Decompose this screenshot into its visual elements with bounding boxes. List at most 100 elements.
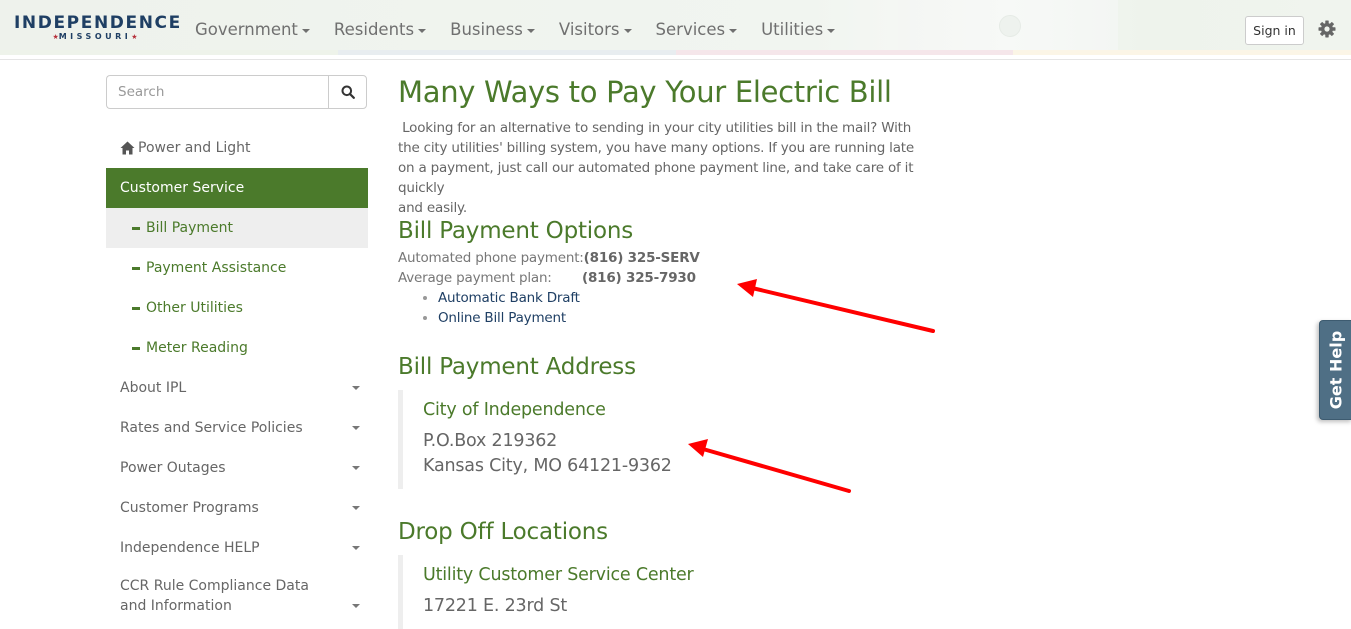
nav-label: Business: [450, 20, 523, 39]
sidebar-item-label: About IPL: [120, 380, 187, 396]
header-color-stripe: [0, 50, 1351, 55]
sidebar-item-rates-and-service-policies[interactable]: Rates and Service Policies: [106, 408, 368, 448]
list-item: Online Bill Payment: [438, 308, 700, 328]
arrow-shaft: [701, 447, 851, 493]
arrow-head-icon: [688, 439, 708, 457]
option-label: Automated phone payment:: [398, 250, 584, 266]
online-bill-payment-link[interactable]: Online Bill Payment: [438, 310, 566, 326]
home-icon: [120, 141, 135, 155]
header-divider: [0, 59, 1351, 60]
nav-services[interactable]: Services: [644, 18, 750, 42]
sidebar-item-meter-reading[interactable]: Meter Reading: [106, 328, 368, 368]
logo-text-primary: INDEPENDENCE: [14, 13, 182, 33]
search-icon: [341, 85, 355, 99]
sidebar-item-ccr-rule-compliance[interactable]: CCR Rule Compliance Data and Information: [106, 568, 368, 620]
dropoff-line: 17221 E. 23rd St: [423, 596, 568, 616]
address-line: Kansas City, MO 64121-9362: [423, 456, 672, 476]
sidebar-item-about-ipl[interactable]: About IPL: [106, 368, 368, 408]
option-phone-value: (816) 325-7930: [582, 270, 696, 286]
logo-text-secondary: ★MISSOURI★: [14, 32, 176, 42]
annotation-arrow: [688, 439, 851, 493]
sidebar-item-independence-help[interactable]: Independence HELP: [106, 528, 368, 568]
get-help-tab[interactable]: Get Help: [1319, 320, 1351, 420]
dropoff-name: Utility Customer Service Center: [423, 565, 694, 585]
caret-down-icon: [418, 28, 427, 33]
sidebar-item-power-and-light[interactable]: Power and Light: [106, 128, 368, 168]
site-header: INDEPENDENCE ★MISSOURI★ Government Resid…: [0, 0, 1351, 50]
intro-line: on a payment, just call our automated ph…: [398, 160, 914, 196]
nav-business[interactable]: Business: [438, 18, 547, 42]
logo-star-right: ★: [131, 33, 138, 41]
sidebar-item-label: Independence HELP: [120, 540, 260, 556]
caret-down-icon: [729, 28, 738, 33]
sidebar-item-power-outages[interactable]: Power Outages: [106, 448, 368, 488]
search-input[interactable]: [106, 75, 328, 109]
caret-down-icon[interactable]: [352, 506, 360, 510]
nav-label: Utilities: [761, 20, 824, 39]
nav-utilities[interactable]: Utilities: [749, 18, 847, 42]
section-heading: Bill Payment Options: [398, 218, 634, 244]
gear-icon[interactable]: [1317, 19, 1337, 39]
sidebar-item-label: Power and Light: [138, 140, 251, 156]
address-blockquote: City of Independence P.O.Box 219362 Kans…: [398, 390, 672, 489]
main-nav: Government Residents Business Visitors S…: [183, 18, 847, 42]
page-title: Many Ways to Pay Your Electric Bill: [398, 75, 892, 109]
intro-line: Looking for an alternative to sending in…: [398, 120, 912, 136]
stripe-segment: [0, 50, 338, 55]
dash-icon: [132, 266, 140, 270]
dash-icon: [132, 226, 140, 230]
caret-down-icon: [827, 28, 836, 33]
automatic-bank-draft-link[interactable]: Automatic Bank Draft: [438, 290, 580, 306]
bill-payment-address-section: Bill Payment Address City of Independenc…: [398, 352, 672, 489]
caret-down-icon[interactable]: [352, 546, 360, 550]
sidebar-item-bill-payment[interactable]: Bill Payment: [106, 208, 368, 248]
dash-icon: [132, 346, 140, 350]
arrow-head-icon: [737, 279, 757, 297]
sign-in-button[interactable]: Sign in: [1245, 16, 1304, 45]
address-line: P.O.Box 219362: [423, 431, 558, 451]
drop-off-locations-section: Drop Off Locations Utility Customer Serv…: [398, 517, 694, 629]
caret-down-icon: [526, 28, 535, 33]
option-phone-value: (816) 325-SERV: [583, 250, 700, 266]
sidebar-item-label: Customer Programs: [120, 500, 259, 516]
sidebar-item-label: CCR Rule Compliance Data and Information: [120, 578, 309, 614]
nav-residents[interactable]: Residents: [322, 18, 438, 42]
main-content: Many Ways to Pay Your Electric Bill Look…: [398, 72, 978, 218]
intro-paragraph: Looking for an alternative to sending in…: [398, 118, 958, 218]
nav-label: Government: [195, 20, 298, 39]
sidebar-item-other-utilities[interactable]: Other Utilities: [106, 288, 368, 328]
dropoff-blockquote: Utility Customer Service Center 17221 E.…: [398, 555, 694, 629]
caret-down-icon: [623, 28, 632, 33]
sidebar-item-label: Customer Service: [120, 180, 245, 196]
section-heading: Bill Payment Address: [398, 354, 636, 380]
caret-down-icon[interactable]: [352, 426, 360, 430]
option-row-automated-phone: Automated phone payment:(816) 325-SERV: [398, 248, 700, 268]
caret-down-icon[interactable]: [352, 604, 360, 608]
sidebar-item-label: Bill Payment: [146, 220, 234, 236]
stripe-segment: [1013, 50, 1351, 55]
annotation-arrow: [737, 279, 935, 333]
get-help-label: Get Help: [1326, 330, 1346, 410]
sidebar-item-payment-assistance[interactable]: Payment Assistance: [106, 248, 368, 288]
caret-down-icon[interactable]: [352, 386, 360, 390]
stripe-segment: [337, 50, 676, 55]
dash-icon: [132, 306, 140, 310]
sidebar-item-customer-programs[interactable]: Customer Programs: [106, 488, 368, 528]
intro-line: and easily.: [398, 200, 467, 216]
address-name: City of Independence: [423, 400, 606, 420]
nav-label: Visitors: [558, 20, 620, 39]
nav-visitors[interactable]: Visitors: [547, 18, 644, 42]
nav-government[interactable]: Government: [183, 18, 322, 42]
site-logo[interactable]: INDEPENDENCE ★MISSOURI★: [14, 13, 182, 44]
sidebar-item-customer-service[interactable]: Customer Service: [106, 168, 368, 208]
caret-down-icon[interactable]: [352, 466, 360, 470]
sidebar-item-label: Meter Reading: [146, 340, 248, 356]
option-label: Average payment plan:: [398, 270, 552, 286]
payment-links-list: Automatic Bank Draft Online Bill Payment: [398, 288, 700, 328]
option-row-average-payment: Average payment plan: (816) 325-7930: [398, 268, 700, 288]
sidebar-item-label: Power Outages: [120, 460, 226, 476]
sidebar-search: [106, 75, 367, 109]
logo-state: MISSOURI: [58, 32, 132, 41]
search-button[interactable]: [328, 75, 367, 109]
sidebar-item-label: Payment Assistance: [146, 260, 287, 276]
